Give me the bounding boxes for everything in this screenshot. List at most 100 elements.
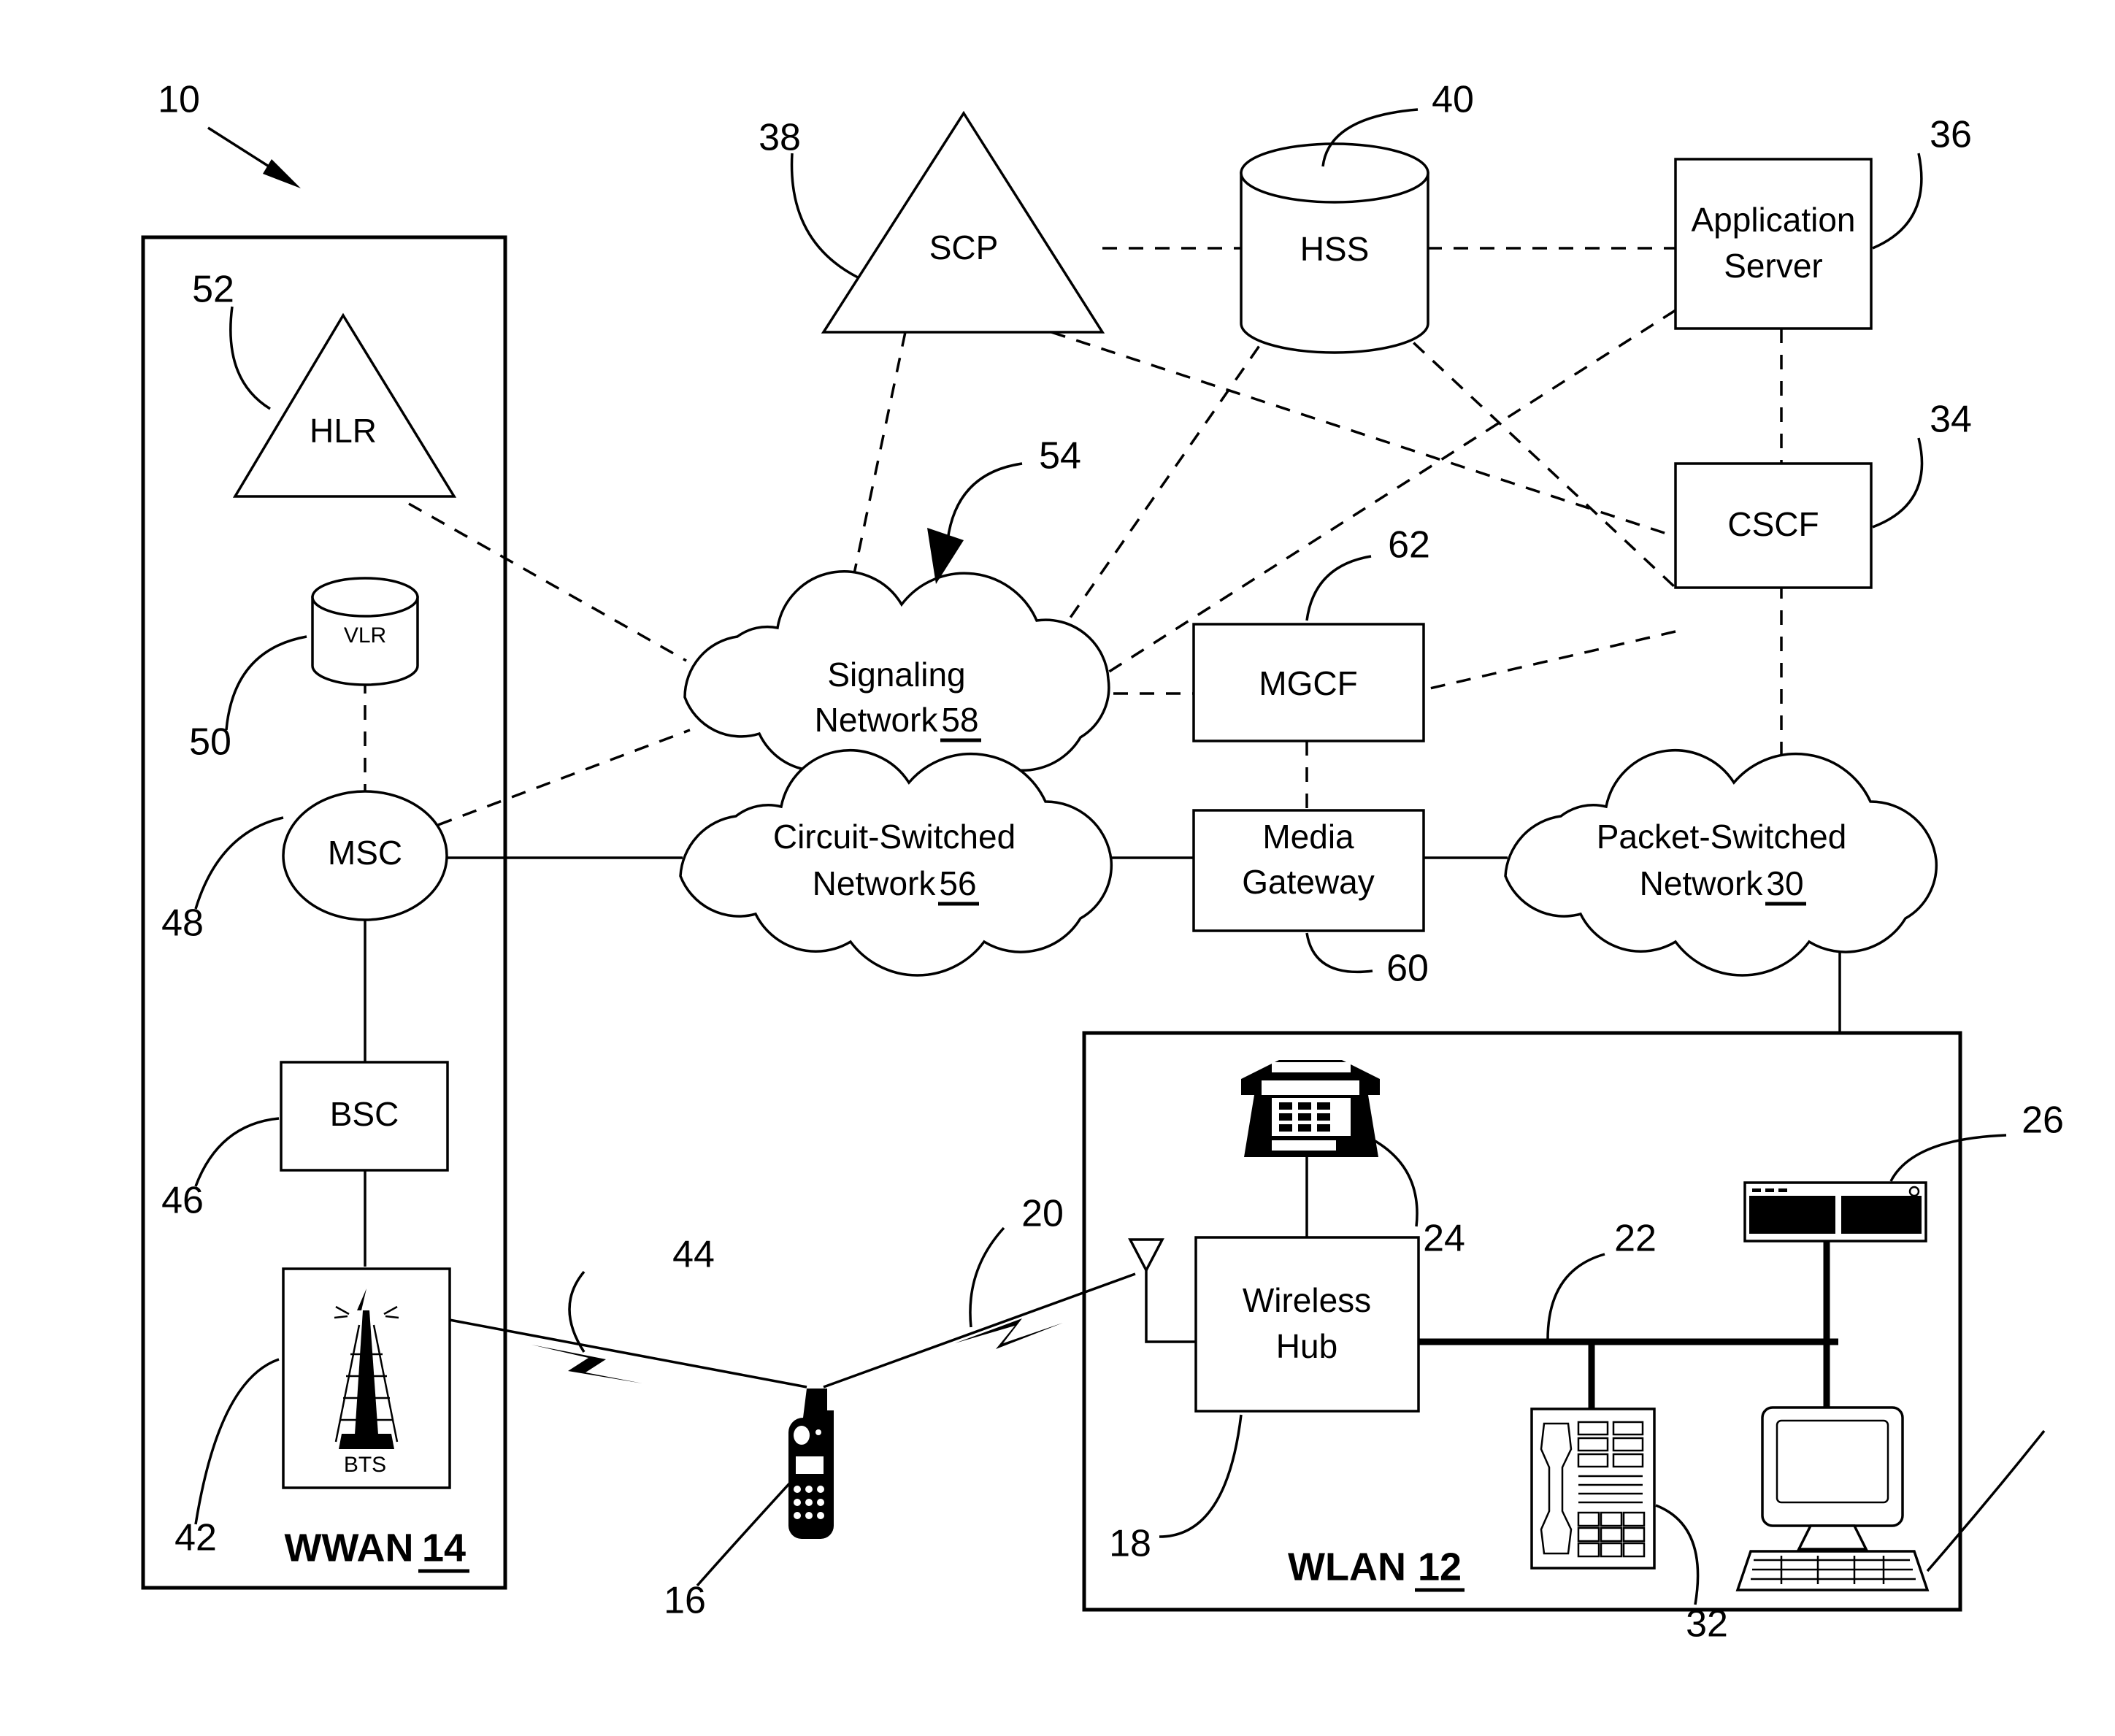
ref-number-bts: 42: [174, 1517, 217, 1559]
hss-label: HSS: [1300, 230, 1370, 268]
vlr-cylinder-top: [311, 577, 419, 618]
node-application-server: Application Server: [1674, 158, 1873, 330]
leader-mobile-phone: [696, 1479, 794, 1587]
node-bts: BTS: [282, 1267, 451, 1489]
wireless-hub-line2: Hub: [1276, 1327, 1337, 1365]
arrowhead-figure-10: [263, 159, 301, 188]
node-cscf: CSCF: [1674, 462, 1873, 589]
leader-msc: [194, 816, 284, 910]
ref-number-rack-server: 26: [2022, 1099, 2064, 1142]
leader-bts: [194, 1358, 280, 1525]
leader-vlr: [225, 635, 307, 731]
leader-bsc: [194, 1117, 280, 1187]
cloud-circuit-number: 56: [939, 864, 976, 902]
ref-number-wall-phone: 32: [1686, 1603, 1728, 1645]
scp-label: SCP: [929, 228, 999, 266]
rack-server-leds: [1752, 1188, 1787, 1192]
lightning-bolt-wwan: [531, 1345, 642, 1383]
application-server-line2: Server: [1724, 247, 1822, 285]
ref-number-bsc: 46: [161, 1180, 204, 1222]
leader-44: [568, 1270, 586, 1353]
desk-phone-display: [1272, 1140, 1336, 1151]
application-server-line1: Application: [1691, 201, 1855, 239]
node-media-gateway: Media Gateway: [1192, 809, 1425, 932]
link-msc-signaling: [437, 729, 691, 826]
node-hss: HSS: [1240, 142, 1429, 354]
leader-mgcf: [1305, 555, 1372, 621]
cscf-label: CSCF: [1727, 505, 1819, 543]
desk-phone-keypad: [1279, 1102, 1330, 1132]
ref-number-desk-phone: 24: [1423, 1218, 1465, 1260]
node-wireless-hub: Wireless Hub: [1194, 1236, 1420, 1413]
msc-label: MSC: [328, 834, 402, 872]
ref-number-lan-bus: 22: [1614, 1218, 1657, 1260]
ref-number-mobile-phone: 16: [664, 1580, 706, 1622]
cloud-packet-switched-network: Packet-Switched Network 30: [1504, 749, 1938, 977]
wlan-label-text: WLAN: [1288, 1545, 1406, 1589]
leader-lan-bus: [1546, 1253, 1605, 1340]
node-desk-phone: [1241, 1060, 1380, 1157]
media-gateway-line2: Gateway: [1242, 863, 1375, 901]
link-cscf-mgcf: [1423, 630, 1676, 691]
rack-server-bay-right: [1841, 1196, 1922, 1234]
link-hss-signaling: [1039, 324, 1275, 661]
mobile-phone-earpiece: [794, 1426, 810, 1445]
cloud-signaling-network: Signaling Network 58: [683, 570, 1110, 795]
link-hss-cscf: [1393, 323, 1677, 589]
cloud-signaling-line1: Signaling: [827, 656, 965, 694]
rack-server-bay-left: [1749, 1196, 1835, 1234]
bsc-label: BSC: [330, 1095, 399, 1133]
node-mobile-phone: [788, 1389, 834, 1539]
cloud-packet-line1: Packet-Switched: [1597, 818, 1847, 856]
wwan-label-number: 14: [422, 1526, 466, 1570]
network-architecture-diagram: Signaling Network 58 Circuit-Switched Ne…: [141, 79, 2064, 1645]
link-hlr-signaling: [408, 502, 687, 662]
wlan-label-number: 12: [1418, 1545, 1462, 1589]
ref-number-link-20: 20: [1021, 1193, 1064, 1235]
ref-number-cscf: 34: [1930, 399, 1972, 441]
node-desktop-computer: [1735, 1406, 1930, 1591]
cloud-packet-number: 30: [1766, 864, 1803, 902]
mobile-phone-keypad: [794, 1486, 824, 1519]
zone-label-wwan: WWAN 14: [285, 1526, 469, 1573]
scp-triangle-shape: [821, 110, 1105, 334]
ref-number-mgcf: 62: [1388, 524, 1430, 566]
ref-number-media-gateway: 60: [1386, 948, 1429, 990]
wwan-label-text: WWAN: [285, 1526, 414, 1570]
cloud-signaling-number: 58: [941, 701, 978, 739]
ref-number-figure: 10: [158, 79, 200, 121]
node-scp: SCP: [821, 110, 1105, 334]
ref-number-54: 54: [1039, 435, 1081, 477]
node-vlr: VLR: [311, 577, 419, 686]
mobile-phone-screen: [796, 1456, 824, 1474]
hss-cylinder-top: [1240, 142, 1429, 204]
bts-base: [339, 1434, 394, 1449]
vlr-label: VLR: [344, 623, 386, 648]
mobile-phone-led: [815, 1429, 821, 1435]
monitor-stand: [1797, 1524, 1868, 1551]
node-mgcf: MGCF: [1192, 623, 1425, 742]
cloud-packet-line2: Network: [1640, 864, 1764, 902]
cloud-signaling-line2: Network: [815, 701, 939, 739]
ref-number-msc: 48: [161, 902, 204, 945]
wireless-hub-box: [1194, 1236, 1420, 1413]
node-rack-server: [1743, 1181, 1927, 1243]
application-server-box: [1674, 158, 1873, 330]
monitor-case: [1761, 1406, 1904, 1527]
callout-figure-10: 10: [158, 79, 301, 188]
media-gateway-line1: Media: [1262, 818, 1354, 856]
callout-54: 54: [927, 435, 1081, 584]
ref-number-hss: 40: [1432, 79, 1474, 121]
wireless-hub-line1: Wireless: [1243, 1281, 1371, 1319]
ref-number-application-server: 36: [1930, 114, 1972, 156]
cloud-circuit-switched-network: Circuit-Switched Network 56: [679, 749, 1113, 977]
leader-54: [946, 462, 1023, 541]
keyboard-keys: [1751, 1556, 1916, 1584]
link-scp-cscf: [1051, 331, 1676, 538]
hlr-label: HLR: [310, 412, 377, 450]
mgcf-label: MGCF: [1259, 664, 1357, 702]
cloud-circuit-line1: Circuit-Switched: [773, 818, 1016, 856]
bts-label: BTS: [344, 1453, 386, 1477]
node-bsc: BSC: [280, 1061, 449, 1172]
leader-hlr: [229, 306, 271, 410]
